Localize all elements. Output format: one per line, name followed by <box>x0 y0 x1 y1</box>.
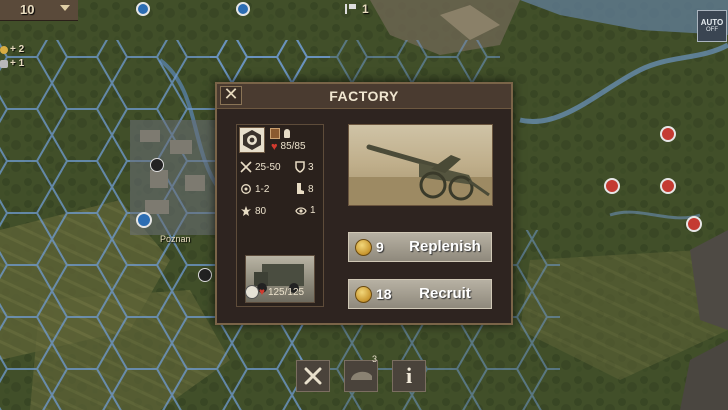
health-value: 85/85 <box>280 141 306 152</box>
coin-icon <box>0 46 8 54</box>
enemy-unit-marker[interactable] <box>660 178 676 194</box>
build-button[interactable] <box>296 360 330 392</box>
steel-icon <box>0 60 8 68</box>
recruit-cost: 18 <box>376 286 392 302</box>
crossed-swords-icon <box>240 161 252 173</box>
attack-stat: 25-50 <box>240 161 281 173</box>
income-gold: + 2 <box>10 44 25 55</box>
city-name: Poznan <box>160 234 191 244</box>
artillery-unit-icon <box>239 127 265 153</box>
unit-stats-panel: ♥ 85/85 25-50 3 1-2 8 80 1 ♥ 125/125 <box>236 124 324 307</box>
range-stat: 1-2 <box>240 183 269 195</box>
supply-icon <box>351 371 372 380</box>
organization-value: 80 <box>255 205 267 217</box>
transport-health: ♥ 125/125 <box>259 287 304 298</box>
auto-button[interactable]: AUTO OFF <box>697 10 727 42</box>
close-icon: ✕ <box>223 84 239 105</box>
range-value: 1-2 <box>255 183 270 195</box>
crosshair-icon <box>241 184 251 194</box>
auto-label: AUTO <box>700 18 724 27</box>
close-button[interactable]: ✕ <box>220 86 242 105</box>
recruit-button[interactable]: 18 Recruit <box>348 279 492 309</box>
chevron-down-icon[interactable] <box>60 5 70 11</box>
allied-unit-marker[interactable] <box>236 2 250 16</box>
allied-unit-marker[interactable] <box>136 212 152 228</box>
dialog-title: FACTORY <box>329 88 399 104</box>
defense-stat: 3 <box>295 161 314 173</box>
movement-stat: 8 <box>295 183 314 195</box>
enemy-unit-marker[interactable] <box>604 178 620 194</box>
heart-icon: ♥ <box>259 286 265 298</box>
flag-icon <box>345 4 356 14</box>
info-button[interactable]: i <box>392 360 426 392</box>
boot-icon <box>297 183 304 194</box>
income-steel: + 1 <box>10 58 25 69</box>
enemy-unit-marker[interactable] <box>660 126 676 142</box>
auto-state: OFF <box>706 27 718 33</box>
build-icon <box>304 367 322 385</box>
artillery-image <box>348 124 493 206</box>
transport-health-value: 125/125 <box>267 287 305 298</box>
eagle-icon <box>241 206 251 216</box>
health-stat: ♥ 85/85 <box>271 141 306 152</box>
vision-value: 1 <box>310 205 316 216</box>
enemy-unit-marker[interactable] <box>686 216 702 232</box>
organization-stat: 80 <box>240 205 266 217</box>
rank-badge <box>270 128 280 139</box>
allied-unit-marker[interactable] <box>136 2 150 16</box>
info-icon: i <box>405 363 413 388</box>
iron-cross-icon <box>198 268 212 282</box>
defense-value: 3 <box>308 161 314 173</box>
replenish-cost: 9 <box>376 239 384 255</box>
replenish-label: Replenish <box>409 238 481 255</box>
coin-icon <box>355 239 372 256</box>
factory-dialog: FACTORY ✕ ♥ 85/85 25-50 3 1-2 8 80 1 ♥ 1… <box>215 82 513 325</box>
recruit-label: Recruit <box>419 285 471 302</box>
truck-badge-icon <box>245 285 259 299</box>
iron-cross-icon <box>150 158 164 172</box>
turn-value: 10 <box>20 2 35 17</box>
eye-icon <box>295 206 307 215</box>
heart-icon: ♥ <box>271 140 278 153</box>
movement-value: 8 <box>308 183 314 195</box>
replenish-button[interactable]: 9 Replenish <box>348 232 492 262</box>
crew-icon <box>284 129 290 138</box>
attack-value: 25-50 <box>255 161 281 173</box>
shield-icon <box>295 161 305 173</box>
flag-count: 1 <box>362 2 369 16</box>
vision-stat: 1 <box>295 205 316 216</box>
supply-badge: 3 <box>372 354 378 364</box>
supply-button[interactable] <box>344 360 378 392</box>
coin-icon <box>355 286 372 303</box>
